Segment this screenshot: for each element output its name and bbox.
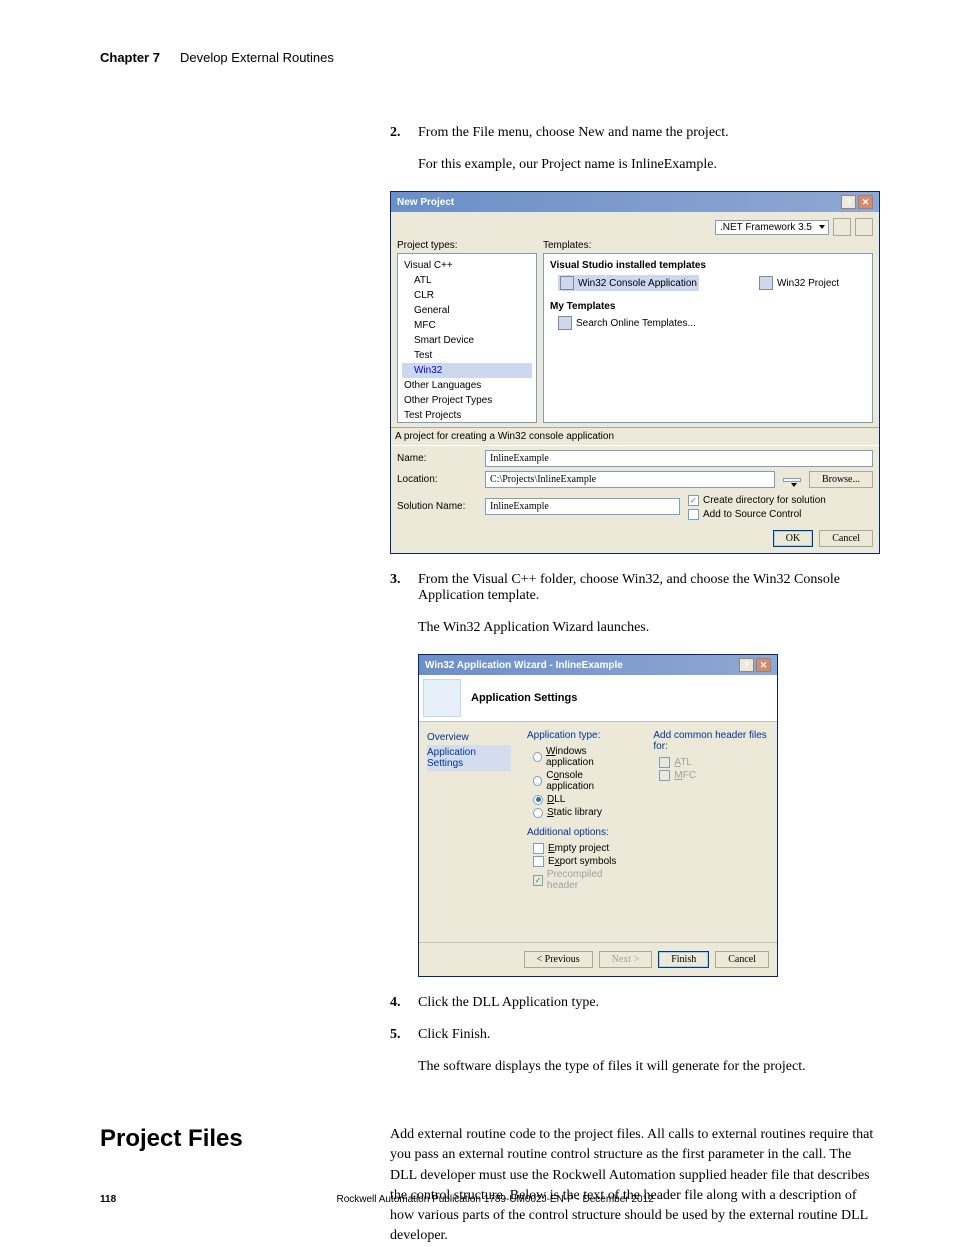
console-app-icon xyxy=(560,276,574,290)
step-text: From the File menu, choose New and name … xyxy=(418,125,874,141)
source-control-checkbox[interactable]: Add to Source Control xyxy=(688,509,873,520)
check-export-symbols[interactable]: Export symbols xyxy=(527,855,625,868)
solution-name-input[interactable] xyxy=(485,498,680,515)
name-label: Name: xyxy=(397,453,477,464)
templates-label: Templates: xyxy=(543,240,873,251)
location-dropdown[interactable] xyxy=(783,478,801,482)
project-types-tree[interactable]: Visual C++ ATL CLR General MFC Smart Dev… xyxy=(397,253,537,423)
check-empty-project[interactable]: Empty project xyxy=(527,842,625,855)
templates-installed-header: Visual Studio installed templates xyxy=(550,260,866,271)
templates-panel: Visual Studio installed templates Win32 … xyxy=(543,253,873,423)
check-atl: ATL xyxy=(653,756,769,769)
search-online-icon xyxy=(558,316,572,330)
finish-button[interactable]: Finish xyxy=(658,951,709,968)
chapter-title: Develop External Routines xyxy=(180,50,334,65)
tree-mfc[interactable]: MFC xyxy=(402,318,532,333)
wizard-banner: Application Settings xyxy=(419,675,777,722)
close-icon[interactable]: ✕ xyxy=(756,658,771,672)
wizard-nav: Overview Application Settings xyxy=(419,722,519,942)
check-mfc: MFC xyxy=(653,769,769,782)
ok-button[interactable]: OK xyxy=(773,530,813,547)
template-search-online[interactable]: Search Online Templates... xyxy=(558,316,696,330)
tree-general[interactable]: General xyxy=(402,303,532,318)
wizard-titlebar: Win32 Application Wizard - InlineExample… xyxy=(419,655,777,675)
step-number: 4. xyxy=(390,995,406,1011)
page-header: Chapter 7 Develop External Routines xyxy=(100,50,874,65)
radio-console-app[interactable]: Console application xyxy=(527,769,625,793)
step-text: Click the DLL Application type. xyxy=(418,995,874,1011)
large-icons-icon[interactable] xyxy=(833,218,851,236)
page-footer: 118 Rockwell Automation Publication 1789… xyxy=(100,1194,874,1205)
project-files-section: Project Files Add external routine code … xyxy=(100,1125,874,1247)
step-3: 3. From the Visual C++ folder, choose Wi… xyxy=(390,572,874,604)
location-label: Location: xyxy=(397,474,477,485)
tree-atl[interactable]: ATL xyxy=(402,273,532,288)
tree-test[interactable]: Test xyxy=(402,348,532,363)
publication-info: Rockwell Automation Publication 1789-UM0… xyxy=(116,1194,874,1205)
wizard-banner-icon xyxy=(423,679,461,717)
tree-test-projects[interactable]: Test Projects xyxy=(402,408,532,423)
project-types-label: Project types: xyxy=(397,240,537,251)
name-input[interactable] xyxy=(485,450,873,467)
solution-name-label: Solution Name: xyxy=(397,501,477,512)
tree-other-project-types[interactable]: Other Project Types xyxy=(402,393,532,408)
tree-other-languages[interactable]: Other Languages xyxy=(402,378,532,393)
step-number: 5. xyxy=(390,1027,406,1043)
help-icon[interactable]: ? xyxy=(739,658,754,672)
step-text: Click Finish. xyxy=(418,1027,874,1043)
tree-visual-cpp[interactable]: Visual C++ xyxy=(402,258,532,273)
project-icon xyxy=(759,276,773,290)
app-type-label: Application type: xyxy=(527,730,625,741)
nav-overview[interactable]: Overview xyxy=(427,730,511,745)
tree-smart-device[interactable]: Smart Device xyxy=(402,333,532,348)
section-body: Add external routine code to the project… xyxy=(390,1125,874,1247)
nav-app-settings[interactable]: Application Settings xyxy=(427,745,511,771)
close-icon[interactable]: ✕ xyxy=(858,195,873,209)
tree-clr[interactable]: CLR xyxy=(402,288,532,303)
additional-options-label: Additional options: xyxy=(527,827,625,838)
step-number: 2. xyxy=(390,125,406,141)
wizard-title: Win32 Application Wizard - InlineExample xyxy=(425,660,623,671)
step-number: 3. xyxy=(390,572,406,604)
radio-static-library[interactable]: Static library xyxy=(527,806,625,819)
step-3-note: The Win32 Application Wizard launches. xyxy=(418,620,874,636)
create-directory-checkbox[interactable]: ✓ Create directory for solution xyxy=(688,495,873,506)
common-header-label: Add common header files for: xyxy=(653,730,769,752)
wizard-dialog: Win32 Application Wizard - InlineExample… xyxy=(418,654,778,977)
browse-button[interactable]: Browse... xyxy=(809,471,873,488)
step-text: From the Visual C++ folder, choose Win32… xyxy=(418,572,874,604)
step-4: 4. Click the DLL Application type. xyxy=(390,995,874,1011)
section-heading: Project Files xyxy=(100,1125,360,1247)
cancel-button[interactable]: Cancel xyxy=(715,951,769,968)
previous-button[interactable]: < Previous xyxy=(524,951,593,968)
template-win32-project[interactable]: Win32 Project xyxy=(759,275,839,291)
small-icons-icon[interactable] xyxy=(855,218,873,236)
my-templates-header: My Templates xyxy=(550,301,866,312)
step-2: 2. From the File menu, choose New and na… xyxy=(390,125,874,141)
template-description: A project for creating a Win32 console a… xyxy=(391,427,879,446)
next-button: Next > xyxy=(599,951,653,968)
step-2-note: For this example, our Project name is In… xyxy=(418,157,874,173)
radio-dll[interactable]: DLL xyxy=(527,793,625,806)
new-project-dialog: New Project ? ✕ .NET Framework 3.5 Proje… xyxy=(390,191,880,554)
location-input[interactable] xyxy=(485,471,775,488)
template-win32-console[interactable]: Win32 Console Application xyxy=(558,275,699,291)
chapter-label: Chapter 7 xyxy=(100,50,160,65)
step-5: 5. Click Finish. xyxy=(390,1027,874,1043)
radio-windows-app[interactable]: Windows application xyxy=(527,745,625,769)
framework-dropdown[interactable]: .NET Framework 3.5 xyxy=(715,220,829,235)
cancel-button[interactable]: Cancel xyxy=(819,530,873,547)
tree-win32[interactable]: Win32 xyxy=(402,363,532,378)
help-icon[interactable]: ? xyxy=(841,195,856,209)
titlebar: New Project ? ✕ xyxy=(391,192,879,212)
dialog-title: New Project xyxy=(397,197,454,208)
wizard-banner-title: Application Settings xyxy=(471,692,577,704)
check-precompiled-header: ✓Precompiled header xyxy=(527,868,625,892)
page-number: 118 xyxy=(100,1194,116,1205)
step-5-note: The software displays the type of files … xyxy=(418,1059,874,1075)
